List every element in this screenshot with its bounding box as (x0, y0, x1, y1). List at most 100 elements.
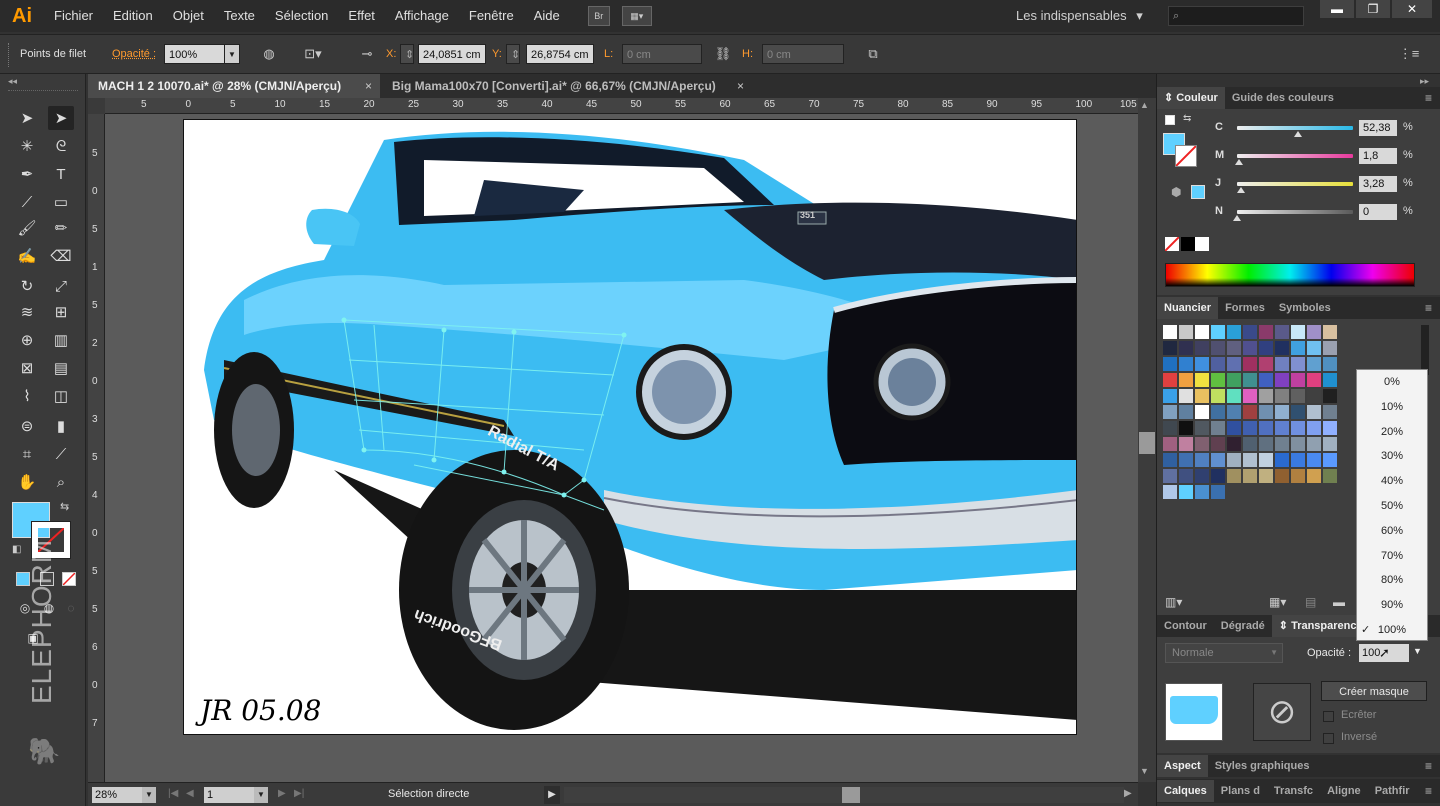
color-swatch[interactable] (1211, 357, 1225, 371)
ruler-corner[interactable] (88, 98, 105, 114)
menu-affichage[interactable]: Affichage (385, 0, 459, 32)
scale-tool-icon[interactable]: ⤢ (48, 274, 74, 298)
channel-slider-thumb[interactable] (1233, 215, 1241, 221)
color-swatch[interactable] (1323, 325, 1337, 339)
gradient-tool-icon[interactable]: ▤ (48, 356, 74, 380)
opacity-option[interactable]: 30% (1357, 444, 1427, 468)
opacity-option[interactable]: 20% (1357, 420, 1427, 444)
color-swatch[interactable] (1211, 389, 1225, 403)
blend-mode-select[interactable]: Normale ▼ (1165, 643, 1283, 663)
graph-tool-icon[interactable]: ▮ (48, 414, 74, 438)
new-color-group-icon[interactable]: ▬ (1333, 595, 1345, 609)
tab-styles-graphiques[interactable]: Styles graphiques (1208, 755, 1317, 777)
artboard[interactable]: 351 Radial T/A BFGoodrich JR 05.08 (183, 119, 1077, 735)
color-swatch[interactable] (1179, 325, 1193, 339)
mesh-tool-icon[interactable]: ⊠ (14, 356, 40, 380)
channel-slider-thumb[interactable] (1235, 159, 1244, 165)
color-swatch[interactable] (1275, 453, 1289, 467)
paintbrush-tool-icon[interactable]: 🖌 (14, 216, 40, 240)
horizontal-ruler[interactable]: 5 0 5 10 15 20 25 30 35 40 45 50 55 60 65 70 75 80 85 90 95 1… (105, 98, 1138, 114)
color-swatch[interactable] (1275, 357, 1289, 371)
color-swatch[interactable] (1259, 437, 1273, 451)
color-swatch[interactable] (1195, 437, 1209, 451)
color-swatch[interactable] (1323, 405, 1337, 419)
default-fill-stroke-icon[interactable] (1165, 115, 1175, 125)
opacity-option[interactable]: 100% ✓ (1357, 618, 1427, 642)
color-swatch[interactable] (1195, 469, 1209, 483)
color-swatch[interactable] (1179, 469, 1193, 483)
tab-alignement[interactable]: Aligne (1320, 780, 1368, 802)
bridge-button[interactable]: Br (587, 6, 610, 26)
clip-checkbox[interactable] (1323, 711, 1334, 722)
color-swatch[interactable] (1163, 357, 1177, 371)
show-swatch-kinds-icon[interactable]: ▦▾ (1269, 595, 1286, 609)
color-swatch[interactable] (1163, 389, 1177, 403)
channel-value-field[interactable]: 52,38 (1359, 120, 1397, 136)
opacity-option[interactable]: 0% (1357, 370, 1427, 394)
tab-couleur[interactable]: ⇕ Couleur (1157, 87, 1225, 109)
color-swatch[interactable] (1227, 357, 1241, 371)
close-tab-icon[interactable]: × (737, 74, 744, 98)
color-swatch[interactable] (1227, 405, 1241, 419)
scroll-right-icon[interactable]: ▶ (1124, 788, 1132, 799)
color-swatch[interactable] (1259, 389, 1273, 403)
menu-objet[interactable]: Objet (163, 0, 214, 32)
color-swatch[interactable] (1307, 437, 1321, 451)
default-colors-icon[interactable]: ◧ (12, 544, 21, 555)
color-swatch[interactable] (1211, 485, 1225, 499)
color-spectrum[interactable] (1165, 263, 1415, 287)
channel-slider[interactable] (1237, 154, 1353, 158)
panel-menu-icon[interactable]: ≡ (1425, 91, 1432, 105)
color-swatch[interactable] (1275, 405, 1289, 419)
color-swatch[interactable] (1179, 485, 1193, 499)
reference-point-icon[interactable]: ⊡▾ (302, 44, 324, 64)
swap-icon[interactable]: ⇆ (1183, 113, 1191, 124)
opacity-option[interactable]: 70% (1357, 544, 1427, 568)
color-swatch[interactable] (1179, 405, 1193, 419)
color-swatch[interactable] (1275, 389, 1289, 403)
artboard-tool-icon[interactable]: ⌗ (14, 442, 40, 466)
color-swatch[interactable] (1291, 405, 1305, 419)
menu-texte[interactable]: Texte (214, 0, 265, 32)
color-swatch[interactable] (1275, 341, 1289, 355)
channel-slider[interactable] (1237, 210, 1353, 214)
color-swatch[interactable] (1211, 437, 1225, 451)
color-swatch[interactable] (1243, 421, 1257, 435)
color-swatch[interactable] (1195, 341, 1209, 355)
color-swatch[interactable] (1195, 453, 1209, 467)
panel-menu-icon[interactable]: ≡ (1425, 759, 1432, 773)
blend-tool-icon[interactable]: ◫ (48, 384, 74, 408)
color-swatch[interactable] (1227, 469, 1241, 483)
y-field[interactable]: 26,8754 cm (526, 44, 594, 64)
warp-tool-icon[interactable]: ≋ (14, 300, 40, 324)
selection-tool-icon[interactable]: ➤ (14, 106, 40, 130)
swatch-libraries-icon[interactable]: ▥▾ (1165, 595, 1182, 609)
color-swatch[interactable] (1291, 341, 1305, 355)
color-swatch[interactable] (1259, 341, 1273, 355)
opacity-label[interactable]: Opacité : (112, 48, 156, 60)
scroll-down-icon[interactable]: ▼ (1140, 766, 1149, 776)
color-swatch[interactable] (1243, 453, 1257, 467)
color-swatch[interactable] (1323, 389, 1337, 403)
menu-selection[interactable]: Sélection (265, 0, 338, 32)
color-swatch[interactable] (1211, 421, 1225, 435)
next-artboard-button[interactable]: ▶ (278, 788, 286, 799)
channel-value-field[interactable]: 1,8 (1359, 148, 1397, 164)
maximize-button[interactable]: ❐ (1356, 0, 1390, 18)
tab-aspect[interactable]: Aspect (1157, 755, 1208, 777)
color-swatch[interactable] (1243, 389, 1257, 403)
color-swatch[interactable] (1307, 389, 1321, 403)
tab-formes[interactable]: Formes (1218, 297, 1272, 319)
color-swatch[interactable] (1291, 389, 1305, 403)
color-swatch[interactable] (1307, 469, 1321, 483)
height-field[interactable]: 0 cm (762, 44, 844, 64)
color-swatch[interactable] (1163, 485, 1177, 499)
color-swatch[interactable] (1163, 325, 1177, 339)
prev-artboard-button[interactable]: ◀ (186, 788, 194, 799)
zoom-dropdown[interactable]: ▼ (142, 787, 156, 803)
color-swatch[interactable] (1259, 469, 1273, 483)
color-swatch[interactable] (1179, 453, 1193, 467)
color-swatch[interactable] (1243, 341, 1257, 355)
color-swatch[interactable] (1275, 469, 1289, 483)
tab-plans-de-travail[interactable]: Plans d (1214, 780, 1267, 802)
